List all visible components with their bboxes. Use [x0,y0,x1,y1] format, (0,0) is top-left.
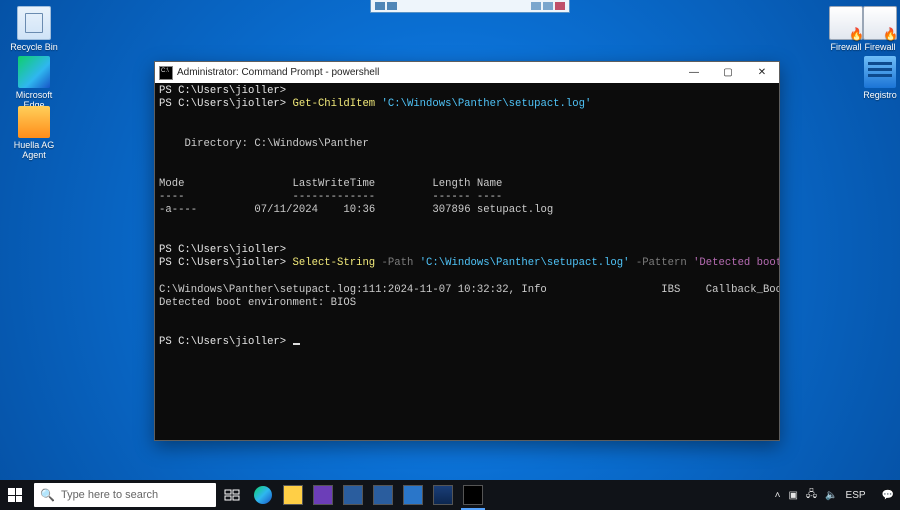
output-line: Detected boot environment: BIOS [159,297,356,309]
param: -Path [382,257,414,269]
start-button[interactable] [0,480,30,510]
param: -Pattern [636,257,687,269]
taskbar-app-powershell[interactable] [428,480,458,510]
taskbar: 🔍 Type here to search ˄ ▣ 🖧 🔈 ESP 💬 [0,480,900,510]
taskbar-apps [248,480,488,510]
tray-language[interactable]: ESP [846,490,866,501]
vstudio-icon [403,485,423,505]
taskbar-search[interactable]: 🔍 Type here to search [34,483,216,507]
terminal-output[interactable]: PS C:\Users\jioller> PS C:\Users\jioller… [155,83,779,440]
task-view-icon [224,487,240,503]
output-line: C:\Windows\Panther\setupact.log:111:2024… [159,284,779,296]
tray-network-icon[interactable]: 🖧 [806,487,817,504]
desktop-icon-label: Huella AG Agent [6,140,62,160]
cmd-arg: 'Detected boot environment' [693,257,779,269]
task-view-button[interactable] [220,480,244,510]
close-button[interactable]: ✕ [745,62,779,83]
desktop-icon-registro[interactable]: Registro [852,56,900,100]
col-name: Name [477,178,502,190]
maximize-button[interactable]: ▢ [711,62,745,83]
row-date: 07/11/2024 [254,204,318,216]
taskbar-app-explorer[interactable] [278,480,308,510]
search-icon: 🔍 [40,488,55,502]
taskbar-app-vstudio[interactable] [398,480,428,510]
tray-notifications-icon[interactable]: 💬 [882,490,894,501]
recycle-bin-icon [17,6,51,40]
desktop-icon-firewall-2[interactable]: Firewall [852,6,900,52]
window-titlebar[interactable]: Administrator: Command Prompt - powershe… [155,62,779,83]
minimize-button[interactable]: — [677,62,711,83]
taskbar-app-edge[interactable] [248,480,278,510]
command-prompt-window[interactable]: Administrator: Command Prompt - powershe… [154,61,780,441]
cmd-arg: 'C:\Windows\Panther\setupact.log' [420,257,630,269]
col-len: Length [432,178,470,190]
taskbar-app-server2[interactable] [368,480,398,510]
window-title: Administrator: Command Prompt - powershe… [177,67,379,78]
taskbar-app-vscode[interactable] [308,480,338,510]
background-window-titlebar[interactable] [370,0,570,13]
windows-logo-icon [8,488,22,502]
folder-icon [283,485,303,505]
edge-icon [18,56,50,88]
prompt: PS C:\Users\jioller> [159,98,286,110]
cmdlet: Get-ChildItem [293,98,376,110]
server-icon [373,485,393,505]
desktop-icon-agent[interactable]: Huella AG Agent [6,106,62,160]
desktop-icon-label: Recycle Bin [6,42,62,52]
tray-app-icon[interactable]: ▣ [788,490,797,501]
col-lwt: LastWriteTime [293,178,376,190]
prompt: PS C:\Users\jioller> [159,85,286,97]
terminal-icon [463,485,483,505]
row-name: setupact.log [477,204,553,216]
desktop-icon-label: Registro [852,90,900,100]
search-placeholder: Type here to search [61,489,158,501]
window-controls: — ▢ ✕ [677,62,779,83]
agent-icon [18,106,50,138]
prompt: PS C:\Users\jioller> [159,244,286,256]
tray-chevron-up-icon[interactable]: ˄ [775,490,781,501]
row-mode: -a---- [159,204,197,216]
taskbar-app-cmd[interactable] [458,480,488,510]
cmd-arg: 'C:\Windows\Panther\setupact.log' [382,98,592,110]
prompt: PS C:\Users\jioller> [159,336,286,348]
edge-icon [254,486,272,504]
prompt: PS C:\Users\jioller> [159,257,286,269]
row-time: 10:36 [343,204,375,216]
registry-icon [864,56,896,88]
directory-header: Directory: C:\Windows\Panther [184,138,368,150]
cursor [293,343,300,345]
desktop-icon-label: Firewall [852,42,900,52]
cmdlet: Select-String [293,257,376,269]
tray-sound-icon[interactable]: 🔈 [825,490,837,501]
server-icon [343,485,363,505]
firewall-icon [863,6,897,40]
vscode-icon [313,485,333,505]
row-len: 307896 [432,204,470,216]
desktop-icon-edge[interactable]: Microsoft Edge [6,56,62,110]
col-mode: Mode [159,178,184,190]
powershell-icon [433,485,453,505]
cmd-icon [159,66,173,80]
taskbar-app-server[interactable] [338,480,368,510]
desktop-icon-recycle-bin[interactable]: Recycle Bin [6,6,62,52]
system-tray: ˄ ▣ 🖧 🔈 ESP 💬 [769,487,900,504]
